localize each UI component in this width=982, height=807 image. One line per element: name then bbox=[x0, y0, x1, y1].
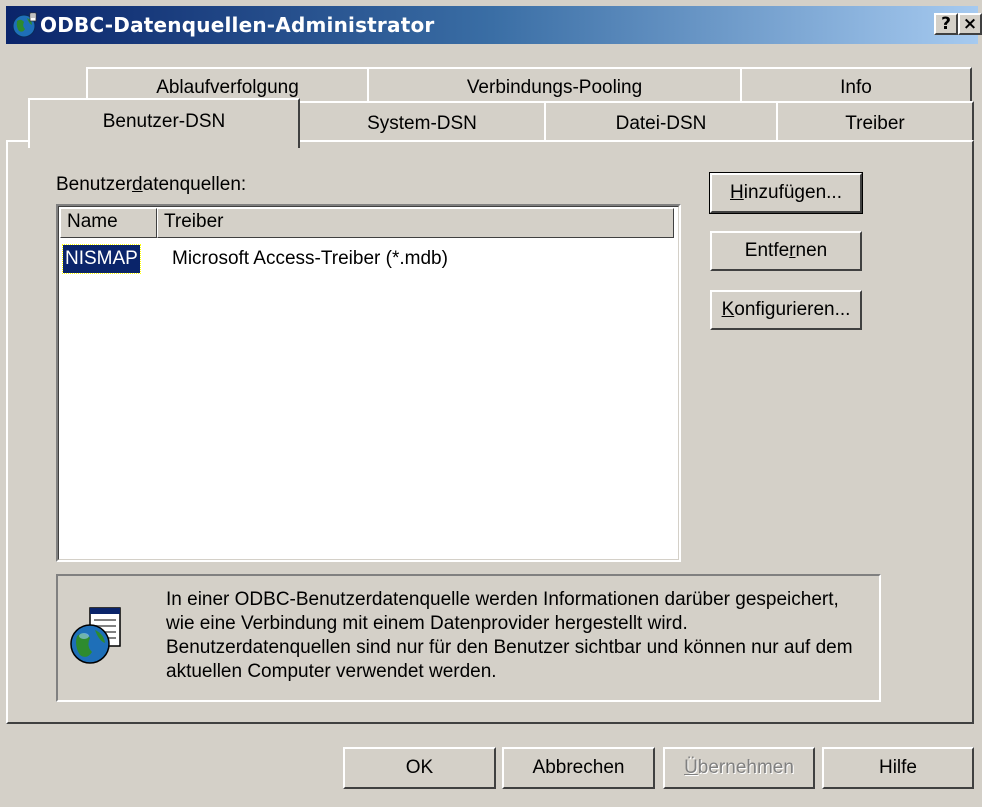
column-header-name[interactable]: Name bbox=[60, 208, 157, 238]
list-item-name: NISMAP bbox=[62, 244, 141, 274]
info-text: In einer ODBC-Benutzerdatenquelle werden… bbox=[166, 589, 853, 682]
list-label-pre: Benutzer bbox=[56, 174, 133, 195]
apply-button[interactable]: Übernehmen bbox=[663, 747, 815, 789]
tab-label: Benutzer-DSN bbox=[102, 111, 226, 132]
column-label: Treiber bbox=[164, 211, 224, 232]
close-button[interactable]: × bbox=[958, 13, 982, 35]
help-glyph: ? bbox=[941, 14, 951, 34]
close-icon: × bbox=[962, 14, 978, 34]
button-label: onfigurieren... bbox=[734, 299, 851, 320]
button-label: inzufügen... bbox=[743, 182, 842, 203]
help-button[interactable]: Hilfe bbox=[822, 747, 974, 789]
mnemonic: H bbox=[730, 182, 744, 203]
button-label: OK bbox=[405, 757, 434, 778]
tab-verbindungs-pooling[interactable]: Verbindungs-Pooling bbox=[367, 67, 742, 103]
list-frame: Name Treiber NISMAP Microsoft Access-Tre… bbox=[58, 206, 679, 560]
configure-button[interactable]: Konfigurieren... bbox=[710, 290, 862, 330]
list-item-driver: Microsoft Access-Treiber (*.mdb) bbox=[172, 248, 448, 269]
button-label: bernehmen bbox=[697, 757, 794, 778]
add-button[interactable]: Hinzufügen... bbox=[709, 172, 863, 214]
column-header-driver[interactable]: Treiber bbox=[157, 208, 674, 238]
info-box: In einer ODBC-Benutzerdatenquelle werden… bbox=[56, 574, 881, 702]
window-title: ODBC-Datenquellen-Administrator bbox=[40, 13, 435, 37]
button-label: Hilfe bbox=[878, 757, 917, 778]
tab-system-dsn[interactable]: System-DSN bbox=[298, 101, 546, 143]
button-label-pre: Entfe bbox=[744, 240, 790, 261]
tab-datei-dsn[interactable]: Datei-DSN bbox=[544, 101, 778, 143]
help-title-button[interactable]: ? bbox=[934, 13, 958, 35]
tab-label: System-DSN bbox=[367, 113, 477, 134]
tab-treiber[interactable]: Treiber bbox=[776, 101, 974, 143]
datasource-list[interactable]: Name Treiber NISMAP Microsoft Access-Tre… bbox=[56, 204, 681, 562]
ok-button[interactable]: OK bbox=[343, 747, 496, 789]
tab-info[interactable]: Info bbox=[740, 67, 972, 103]
button-label-post: nen bbox=[795, 240, 828, 261]
list-label-mnemonic: d bbox=[132, 174, 143, 195]
odbc-dialog: ODBC-Datenquellen-Administrator ? × Abla… bbox=[0, 0, 982, 807]
button-label: Abbrechen bbox=[532, 757, 625, 778]
title-bar[interactable]: ODBC-Datenquellen-Administrator ? × bbox=[6, 6, 982, 44]
list-label-post: atenquellen: bbox=[142, 174, 247, 195]
column-label: Name bbox=[67, 211, 118, 232]
tab-label: Verbindungs-Pooling bbox=[466, 77, 643, 98]
odbc-datasource-icon bbox=[70, 607, 121, 664]
tab-label: Datei-DSN bbox=[615, 113, 707, 134]
odbc-globe-icon bbox=[12, 12, 37, 38]
mnemonic: K bbox=[721, 299, 735, 320]
remove-button[interactable]: Entfernen bbox=[710, 231, 862, 271]
tab-label: Treiber bbox=[845, 113, 905, 134]
tab-benutzer-dsn[interactable]: Benutzer-DSN bbox=[28, 98, 300, 148]
mnemonic: Ü bbox=[684, 757, 698, 778]
tab-label: Ablaufverfolgung bbox=[156, 77, 299, 98]
cancel-button[interactable]: Abbrechen bbox=[502, 747, 655, 789]
list-label: Benutzerdatenquellen: bbox=[56, 174, 246, 196]
tab-label: Info bbox=[840, 77, 872, 98]
